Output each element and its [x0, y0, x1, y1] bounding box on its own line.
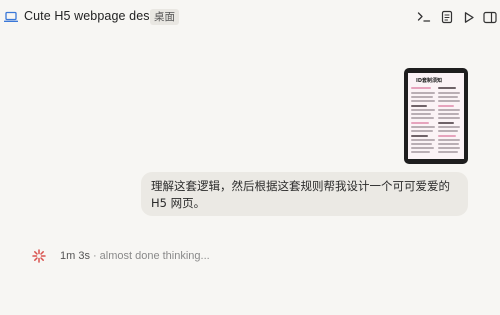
sidebar-icon — [483, 11, 497, 23]
terminal-icon — [417, 12, 431, 22]
message-line-1: 理解这套逻辑，然后根据这套规则帮我设计一个可可爱爱的 — [151, 179, 450, 193]
play-icon — [464, 11, 474, 23]
document-icon — [441, 10, 453, 24]
status-separator: · — [92, 250, 97, 262]
attachment-title: ID套制须知 — [416, 78, 443, 84]
sidebar-toggle-button[interactable] — [482, 9, 498, 25]
thinking-duration: 1m 3s — [60, 250, 90, 262]
page-title: Cute H5 webpage design — [24, 9, 167, 23]
environment-badge: 桌面 — [150, 9, 179, 25]
app-window: Cute H5 webpage design 桌面 ID套制须知 理解这套逻辑，… — [0, 0, 500, 315]
thinking-status: 1m 3s · almost done thinking... — [32, 248, 210, 264]
spark-icon — [32, 249, 46, 263]
image-attachment[interactable]: ID套制须知 — [404, 68, 468, 164]
title-bar: Cute H5 webpage design 桌面 — [0, 0, 500, 34]
message-line-2: H5 网页。 — [151, 196, 206, 210]
document-button[interactable] — [439, 9, 455, 25]
run-button[interactable] — [461, 9, 477, 25]
thinking-text: almost done thinking... — [99, 250, 210, 262]
user-message-bubble: 理解这套逻辑，然后根据这套规则帮我设计一个可可爱爱的 H5 网页。 — [141, 172, 468, 216]
attachment-preview: ID套制须知 — [408, 73, 464, 159]
laptop-icon — [4, 11, 18, 22]
terminal-button[interactable] — [416, 9, 432, 25]
